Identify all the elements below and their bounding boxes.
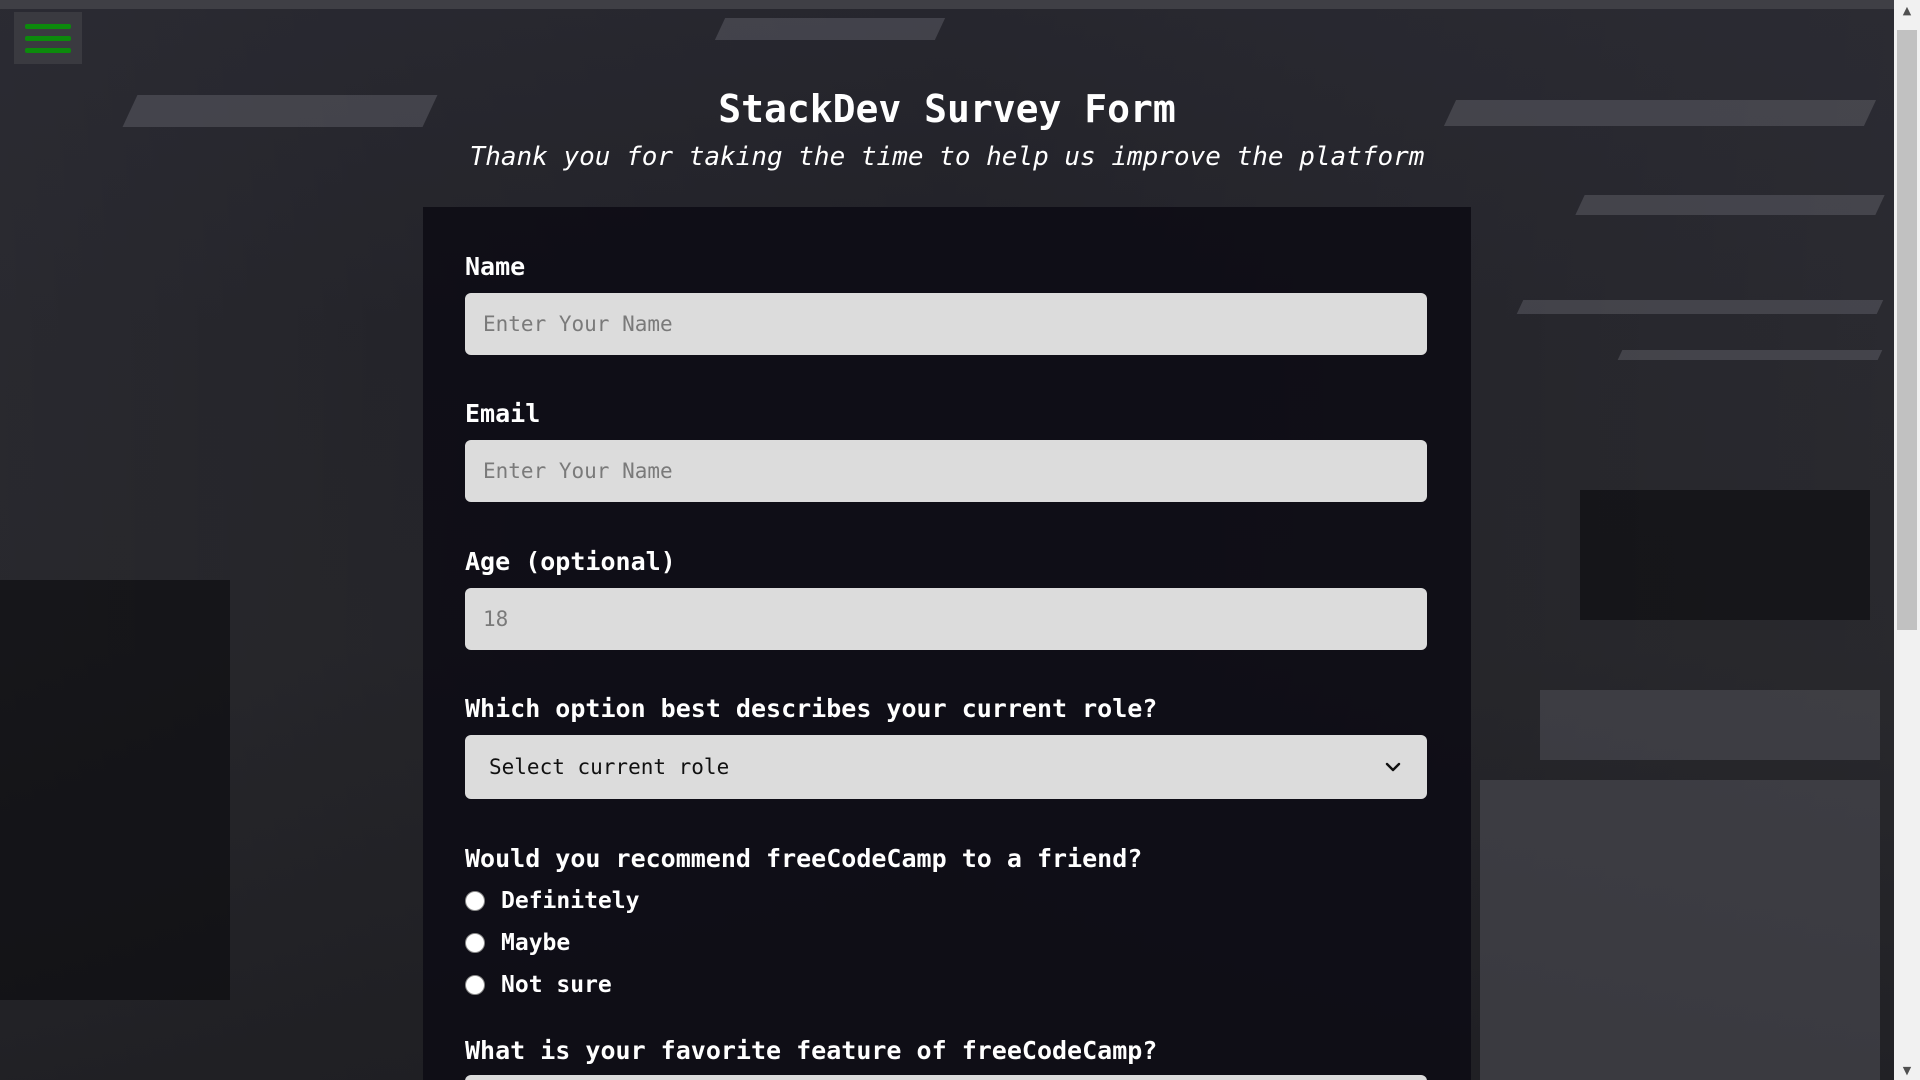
- email-input[interactable]: [465, 440, 1427, 502]
- role-select-value: Select current role: [489, 755, 730, 779]
- favorite-feature-label: What is your favorite feature of freeCod…: [465, 1036, 1158, 1065]
- survey-form: Name Email Age (optional) Which option b…: [423, 207, 1471, 1080]
- age-label: Age (optional): [465, 547, 676, 576]
- recommend-option-maybe[interactable]: Maybe: [465, 928, 570, 958]
- radio-button[interactable]: [465, 891, 485, 911]
- age-input[interactable]: [465, 588, 1427, 650]
- page-subtitle: Thank you for taking the time to help us…: [469, 142, 1425, 172]
- email-label: Email: [465, 399, 541, 428]
- radio-label: Maybe: [501, 930, 571, 956]
- radio-button[interactable]: [465, 975, 485, 995]
- recommend-option-not-sure[interactable]: Not sure: [465, 970, 612, 1000]
- name-input[interactable]: [465, 293, 1427, 355]
- name-label: Name: [465, 252, 526, 281]
- recommend-option-definitely[interactable]: Definitely: [465, 886, 639, 916]
- chevron-down-icon: [1385, 762, 1401, 772]
- scroll-up-arrow-icon[interactable]: ▲: [1894, 0, 1920, 20]
- page-header: StackDev Survey Form Thank you for takin…: [0, 84, 1894, 174]
- recommend-label: Would you recommend freeCodeCamp to a fr…: [465, 844, 1143, 873]
- hamburger-menu-button[interactable]: [14, 12, 82, 64]
- scrollbar-thumb[interactable]: [1897, 30, 1917, 630]
- favorite-feature-select[interactable]: [465, 1075, 1427, 1080]
- hamburger-icon-bar: [25, 23, 71, 29]
- role-label: Which option best describes your current…: [465, 694, 1158, 723]
- scrollbar[interactable]: ▲ ▼: [1894, 0, 1920, 1080]
- hamburger-icon-bar: [25, 47, 71, 53]
- radio-button[interactable]: [465, 933, 485, 953]
- radio-label: Definitely: [501, 888, 640, 914]
- radio-label: Not sure: [501, 972, 612, 998]
- scroll-down-arrow-icon[interactable]: ▼: [1894, 1060, 1920, 1080]
- browser-top-strip: [0, 0, 1894, 9]
- role-select[interactable]: Select current role: [465, 735, 1427, 799]
- page-title: StackDev Survey Form: [718, 87, 1176, 131]
- hamburger-icon-bar: [25, 35, 71, 41]
